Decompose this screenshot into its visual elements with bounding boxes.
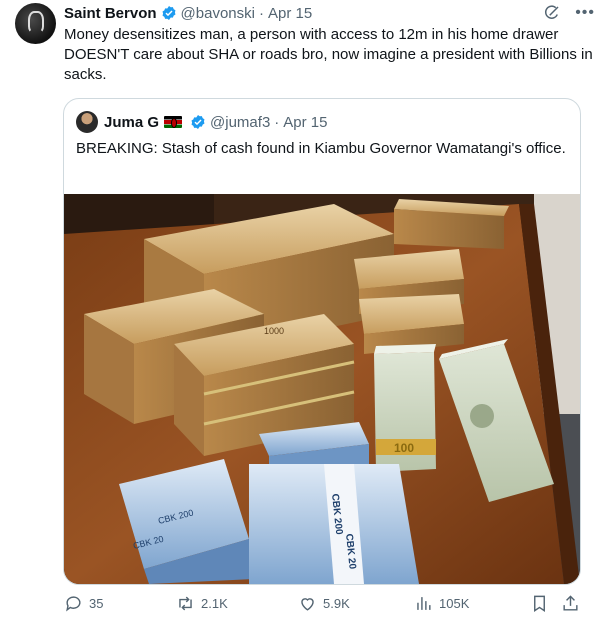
cash-photo-illustration: 1000 100 CBK 200 CBK 20 CBK 200 CBK 20 — [64, 194, 580, 584]
separator-dot: · — [274, 113, 280, 131]
grok-icon[interactable] — [543, 4, 561, 22]
repost-icon — [179, 596, 192, 611]
quoted-tweet-date: Apr 15 — [283, 113, 328, 131]
share-button[interactable] — [561, 594, 580, 613]
views-count: 105K — [439, 596, 470, 611]
cash-photo[interactable]: 1000 100 CBK 200 CBK 20 CBK 200 CBK 20 — [64, 194, 580, 584]
tweet-header: Saint Bervon @bavonski · Apr 15 — [64, 3, 312, 23]
reply-count: 35 — [89, 596, 104, 611]
tweet-top-icons: ••• — [543, 4, 595, 22]
repost-button[interactable]: 2.1K — [176, 594, 228, 613]
reply-button[interactable]: 35 — [64, 594, 103, 613]
tweet-text: Money desensitizes man, a person with ac… — [64, 26, 593, 83]
quoted-author-avatar — [76, 111, 98, 133]
quoted-author-handle: @jumaf3 — [210, 113, 271, 131]
repost-count: 2.1K — [201, 596, 228, 611]
more-icon[interactable]: ••• — [575, 5, 595, 21]
separator-dot: · — [258, 4, 264, 22]
like-button[interactable]: 5.9K — [298, 594, 350, 613]
usd-stack-1: 100 — [374, 344, 436, 472]
like-icon — [301, 598, 314, 611]
verified-badge-icon — [162, 6, 175, 20]
ksh-band-label: 1000 — [264, 326, 284, 336]
tweet-date[interactable]: Apr 15 — [268, 5, 312, 22]
like-count: 5.9K — [323, 596, 350, 611]
quoted-tweet-header: Juma G @jumaf3 · Apr 15 — [76, 111, 327, 133]
author-name[interactable]: Saint Bervon — [64, 5, 157, 22]
views-button[interactable]: 105K — [414, 594, 469, 613]
author-handle[interactable]: @bavonski — [181, 5, 255, 22]
bookmark-icon — [534, 595, 545, 612]
quoted-author-name: Juma G — [104, 113, 160, 131]
quoted-tweet[interactable]: Juma G @jumaf3 · Apr 15 BREAKING: Stash … — [63, 98, 581, 585]
views-icon — [417, 597, 431, 610]
usd-band-label: 100 — [394, 441, 414, 455]
quoted-tweet-text: BREAKING: Stash of cash found in Kiambu … — [76, 140, 566, 157]
tweet-actions: 35 2.1K 5.9K 105K — [64, 594, 584, 616]
cbk-stack-3: CBK 200 CBK 20 — [249, 464, 419, 584]
reply-icon — [66, 596, 81, 612]
share-icon — [563, 595, 578, 611]
kenya-flag-icon — [164, 116, 183, 128]
bookmark-button[interactable] — [530, 594, 549, 613]
author-avatar[interactable] — [15, 3, 56, 44]
verified-badge-icon — [191, 115, 205, 129]
